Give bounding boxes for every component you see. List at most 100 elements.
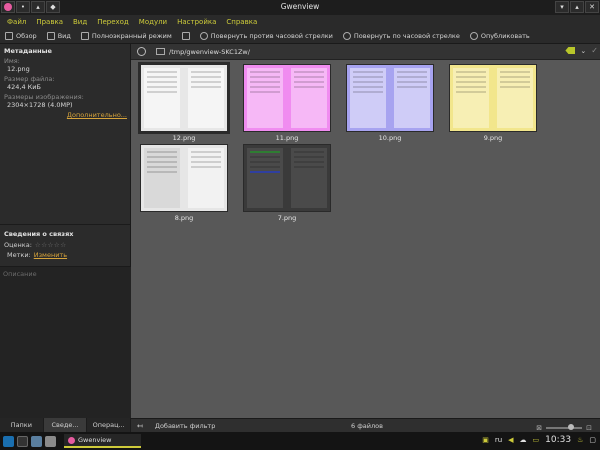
tab-operations[interactable]: Операц... [87, 418, 132, 432]
metadata-header: Метаданные [4, 47, 52, 55]
chevron-down-icon[interactable]: ⌄ [580, 47, 586, 55]
thumbnail-caption: 9.png [483, 134, 503, 142]
system-tray: ▣ ru ◀ ☁ ▭ 10:33 ♨ ▢ [482, 435, 596, 445]
back-arrow-icon[interactable]: ↤ [137, 422, 143, 430]
fullscreen-button[interactable]: Полноэкранный режим [76, 29, 177, 43]
thumbnail-page [350, 68, 387, 128]
minimize-button[interactable]: ▾ [555, 1, 569, 13]
dimensions-label: Размеры изображения: [4, 93, 84, 101]
share-button[interactable]: Опубликовать [465, 29, 535, 43]
show-desktop-icon[interactable]: ▢ [589, 436, 596, 444]
thumbnail-item[interactable]: 9.png [449, 64, 537, 146]
start-menu-icon[interactable] [3, 435, 14, 447]
sidebar-icon [181, 31, 190, 40]
menu-help[interactable]: Справка [221, 18, 262, 26]
edit-tags-link[interactable]: Изменить [34, 251, 67, 259]
terminal-icon[interactable] [17, 435, 28, 447]
description-field[interactable]: Описание [0, 266, 131, 418]
display-icon[interactable]: ▭ [533, 436, 540, 444]
tab-information[interactable]: Сведе... [43, 418, 88, 432]
thumbnail-item[interactable]: 10.png [346, 64, 434, 146]
maximize-button[interactable]: ▴ [570, 1, 584, 13]
check-icon[interactable]: ✓ [591, 46, 598, 55]
clipboard-icon[interactable]: ▣ [482, 436, 489, 444]
rating-stars[interactable]: ☆☆☆☆☆ [35, 241, 67, 249]
window-titlebar: • ▴ ◆ Gwenview ▾ ▴ ✕ [0, 0, 600, 15]
grid-icon [5, 31, 13, 40]
filesize-value: 424,4 КиБ [7, 83, 41, 91]
clock[interactable]: 10:33 [545, 435, 571, 445]
tag-icon[interactable] [565, 47, 576, 54]
menu-settings[interactable]: Настройка [172, 18, 221, 26]
fullscreen-label: Полноэкранный режим [91, 31, 172, 40]
thumbnail-page [496, 68, 533, 128]
browse-button[interactable]: Обзор [0, 29, 42, 43]
path-text[interactable]: /tmp/gwenview-SKC1Zw/ [169, 48, 250, 56]
sidebar-divider [0, 224, 130, 225]
links-header: Сведения о связях [4, 230, 74, 238]
dimensions-value: 2304×1728 (4.0MP) [7, 101, 73, 109]
slider-knob[interactable] [568, 424, 575, 430]
volume-icon[interactable]: ◀ [508, 436, 513, 444]
zoom-icon[interactable]: ⊡ [586, 424, 592, 432]
sidebar-toggle-button[interactable] [177, 29, 195, 43]
sidebar: Метаданные Имя: 12.png Размер файла: 424… [0, 44, 131, 418]
thumbnail-image [243, 64, 331, 132]
thumbnail-image [449, 64, 537, 132]
thumbnail-caption: 12.png [172, 134, 196, 142]
gwenview-icon [68, 436, 75, 444]
window-title: Gwenview [280, 2, 320, 11]
fullscreen-icon [80, 31, 89, 40]
tags-label: Метки: [7, 251, 31, 259]
taskbar-app-gwenview[interactable]: Gwenview [64, 434, 142, 448]
name-label: Имя: [4, 57, 20, 65]
share-icon [469, 31, 478, 40]
close-button[interactable]: ✕ [585, 1, 599, 13]
menu-edit[interactable]: Правка [31, 18, 68, 26]
thumbnail-image [243, 144, 331, 212]
thumbnail-page [393, 68, 430, 128]
thumbnail-caption: 10.png [378, 134, 402, 142]
thumbnail-page [144, 148, 181, 208]
rating-row: Оценка: ☆☆☆☆☆ [0, 240, 130, 250]
thumbnail-caption: 7.png [277, 214, 297, 222]
thumbnail-caption: 11.png [275, 134, 299, 142]
thumbnail-page [144, 68, 181, 128]
rotate-right-icon [342, 31, 351, 40]
more-metadata-link[interactable]: Дополнительно... [0, 111, 130, 119]
slider-track[interactable] [546, 424, 583, 430]
taskbar: Gwenview ▣ ru ◀ ☁ ▭ 10:33 ♨ ▢ [0, 432, 600, 450]
tab-folders[interactable]: Папки [0, 418, 44, 432]
view-button[interactable]: Вид [42, 29, 76, 43]
rating-label: Оценка: [4, 241, 32, 249]
file-manager-icon[interactable] [31, 435, 42, 447]
menu-plugins[interactable]: Модули [134, 18, 172, 26]
rotate-right-label: Повернуть по часовой стрелке [353, 31, 460, 40]
network-icon[interactable]: ☁ [520, 436, 527, 444]
folder-icon [156, 48, 165, 55]
taskbar-app-label: Gwenview [78, 436, 112, 444]
notifications-icon[interactable]: ♨ [577, 436, 583, 444]
pathbar-actions: ⌄ ✓ [565, 46, 598, 55]
home-icon[interactable] [45, 435, 56, 447]
add-filter-button[interactable]: Добавить фильтр [155, 422, 215, 430]
thumbnail-size-slider[interactable]: ⊠ ⊡ [536, 424, 592, 432]
rotate-left-button[interactable]: Повернуть против часовой стрелки [195, 29, 338, 43]
history-icon[interactable] [137, 47, 146, 56]
thumbnail-item[interactable]: 8.png [140, 144, 228, 226]
zoom-fit-icon[interactable]: ⊠ [536, 424, 542, 432]
thumbnail-item[interactable]: 11.png [243, 64, 331, 146]
thumbnail-item[interactable]: 7.png [243, 144, 331, 226]
keyboard-layout[interactable]: ru [495, 436, 502, 444]
description-placeholder: Описание [3, 270, 37, 278]
menu-file[interactable]: Файл [2, 18, 31, 26]
rotate-right-button[interactable]: Повернуть по часовой стрелке [338, 29, 465, 43]
menu-go[interactable]: Переход [92, 18, 134, 26]
thumbnail-grid: 12.png 11.png 10.png 9.png 8.png 7.png [131, 60, 600, 418]
thumbnail-page [290, 148, 327, 208]
menu-view[interactable]: Вид [68, 18, 92, 26]
thumbnail-item[interactable]: 12.png [138, 62, 230, 146]
menubar: Файл Правка Вид Переход Модули Настройка… [0, 15, 600, 28]
statusbar: ↤ Добавить фильтр 6 файлов ⊠ ⊡ [131, 418, 600, 432]
view-label: Вид [57, 31, 71, 40]
